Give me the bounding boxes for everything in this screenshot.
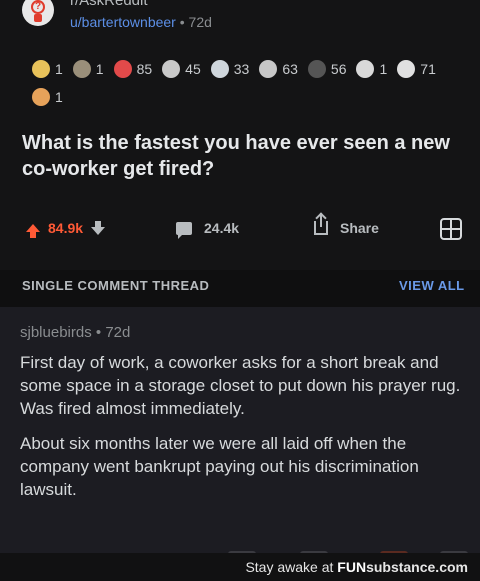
comment-bubble-icon (176, 221, 192, 239)
thread-label: SINGLE COMMENT THREAD (22, 278, 210, 293)
gold-award-icon (32, 60, 50, 78)
award-item[interactable]: 56 (307, 58, 346, 80)
award-item[interactable]: 71 (397, 58, 436, 80)
share-label: Share (340, 220, 379, 236)
post-title[interactable]: What is the fastest you have ever seen a… (22, 130, 472, 182)
award-item[interactable]: 1 (356, 58, 387, 80)
author-line: u/bartertownbeer • 72d (70, 12, 212, 32)
comment-paragraph: First day of work, a coworker asks for a… (20, 353, 461, 418)
post-card: ? r/AskReddit u/bartertownbeer • 72d 1 1… (0, 0, 480, 270)
separator: • (175, 14, 189, 30)
question-mark-icon: ? (31, 0, 45, 14)
comment-paragraph: About six months later we were all laid … (20, 434, 419, 499)
downvote-arrow-icon[interactable] (91, 221, 106, 235)
award-item[interactable]: 1 (32, 58, 63, 80)
comment-body: First day of work, a coworker asks for a… (20, 351, 470, 501)
heart-award-icon (113, 60, 132, 78)
comment-count: 24.4k (204, 220, 240, 236)
vote-count: 84.9k (48, 220, 84, 236)
award-item[interactable]: 33 (210, 58, 249, 80)
award-item[interactable]: 1 (72, 58, 104, 80)
action-bar: 84.9k 24.4k Share (0, 212, 480, 252)
award-item[interactable]: 85 (113, 58, 152, 80)
separator: • (91, 324, 106, 341)
subreddit-avatar-icon[interactable]: ? (22, 0, 54, 26)
share-button[interactable]: Share (314, 215, 379, 236)
watermark-footer: Stay awake at FUNsubstance.com (0, 553, 480, 581)
silver-award-icon (210, 60, 229, 78)
post-header: ? r/AskReddit u/bartertownbeer • 72d (22, 0, 212, 32)
gift-award-icon[interactable] (440, 218, 462, 240)
author-link[interactable]: u/bartertownbeer (70, 14, 176, 30)
watermark-text: Stay awake at FUNsubstance.com (245, 559, 468, 575)
award-item[interactable]: 63 (259, 58, 298, 80)
badge-award-icon (307, 60, 326, 78)
helpful-award-icon (162, 60, 181, 78)
face-award-icon (356, 60, 375, 78)
vote-control: 84.9k (26, 220, 106, 238)
award-item[interactable]: 45 (162, 58, 201, 80)
share-icon (314, 215, 328, 235)
post-meta: r/AskReddit u/bartertownbeer • 72d (70, 0, 212, 32)
wholesome-award-icon (72, 60, 91, 78)
coin-award-icon (259, 60, 278, 78)
comment-card: sjbluebirds • 72d First day of work, a c… (0, 307, 480, 557)
bear-award-icon (397, 60, 416, 78)
award-item[interactable]: 1 (32, 86, 63, 108)
comment-meta: sjbluebirds • 72d (20, 324, 130, 341)
upvote-arrow-icon[interactable] (26, 224, 40, 238)
post-age: 72d (188, 14, 212, 30)
view-all-link[interactable]: VIEW ALL (399, 278, 465, 293)
comment-author[interactable]: sjbluebirds (20, 324, 92, 341)
star-award-icon (32, 88, 50, 106)
thread-bar: SINGLE COMMENT THREAD VIEW ALL (0, 270, 480, 306)
comment-age: 72d (105, 324, 131, 341)
awards-row[interactable]: 1 1 85 45 33 63 56 1 71 1 (32, 58, 462, 108)
comments-button[interactable]: 24.4k (176, 220, 240, 239)
subreddit-name[interactable]: r/AskReddit (70, 0, 212, 10)
brand-name: FUNsubstance.com (337, 559, 468, 575)
